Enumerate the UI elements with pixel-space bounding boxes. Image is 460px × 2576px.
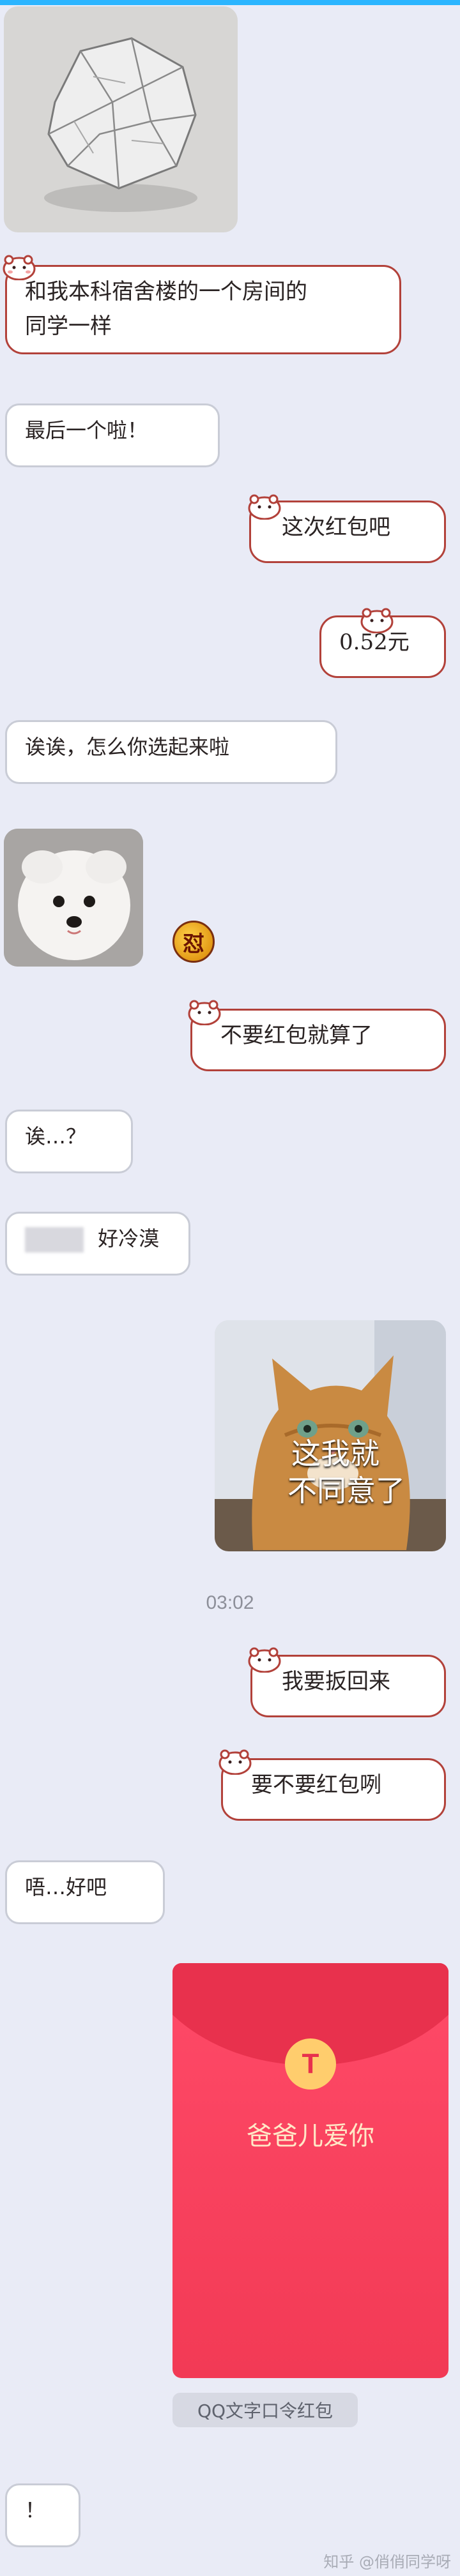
hamster-icon [248,1647,281,1673]
message-text: 不要红包就算了 [220,1023,372,1048]
message-text: 要不要红包咧 [251,1772,381,1798]
timestamp: 03:02 [206,1592,254,1613]
angry-emoji-icon: 怼 [172,921,215,963]
red-packet-label: QQ文字口令红包 [172,2393,358,2427]
cat-sticker-image[interactable]: 这我就 不同意了 [215,1320,446,1551]
sticker-caption-line: 这我就 [291,1436,379,1471]
zhihu-watermark: 知乎 @俏俏同学呀 [323,2553,451,2571]
hamster-icon [248,494,281,520]
message-bubble[interactable]: ！ [5,2483,80,2547]
crumpled-paper-image[interactable] [4,6,238,232]
hamster-icon [218,1749,252,1775]
red-packet-title: 爸爸儿爱你 [247,2121,374,2151]
hamster-icon [3,255,36,280]
message-text: 和我本科宿舍楼的一个房间的 [25,279,307,305]
sticker-caption-line: 不同意了 [288,1473,405,1508]
message-text: 我要扳回来 [282,1669,390,1694]
message-bubble[interactable]: 唔…好吧 [5,1860,165,1924]
message-text: 同学一样 [25,313,112,339]
message-text: 好冷漠 [98,1226,160,1251]
top-status-bar [0,0,460,5]
message-bubble[interactable]: 好冷漠 [5,1212,190,1276]
message-bubble[interactable]: 要不要红包咧 [221,1758,446,1821]
red-packet-coin-text: T [302,2048,319,2079]
sticker-caption: 这我就 不同意了 [288,1435,405,1509]
message-text: 唔…好吧 [25,1875,107,1899]
message-text: 0.52元 [339,629,410,655]
red-packet-card[interactable]: T 爸爸儿爱你 [172,1963,448,2378]
message-bubble[interactable]: 诶诶，怎么你选起来啦 [5,720,337,784]
hamster-icon [188,1000,221,1025]
message-bubble[interactable]: 和我本科宿舍楼的一个房间的 同学一样 [5,265,401,354]
message-bubble[interactable]: 不要红包就算了 [190,1009,446,1071]
message-text: 诶…？ [25,1124,87,1149]
hamster-icon [360,608,394,633]
message-text: 诶诶，怎么你选起来啦 [25,735,230,759]
blurred-name-placeholder [25,1227,84,1253]
angry-emoji-text: 怼 [183,931,204,957]
message-bubble[interactable]: 最后一个啦！ [5,403,220,467]
message-bubble[interactable]: 诶…？ [5,1110,133,1173]
message-text: 这次红包吧 [282,515,390,540]
puppy-sticker-image[interactable] [4,829,143,967]
message-text: 最后一个啦！ [25,418,148,442]
red-packet-coin-icon: T [285,2038,336,2090]
message-text: ！ [25,2498,46,2522]
